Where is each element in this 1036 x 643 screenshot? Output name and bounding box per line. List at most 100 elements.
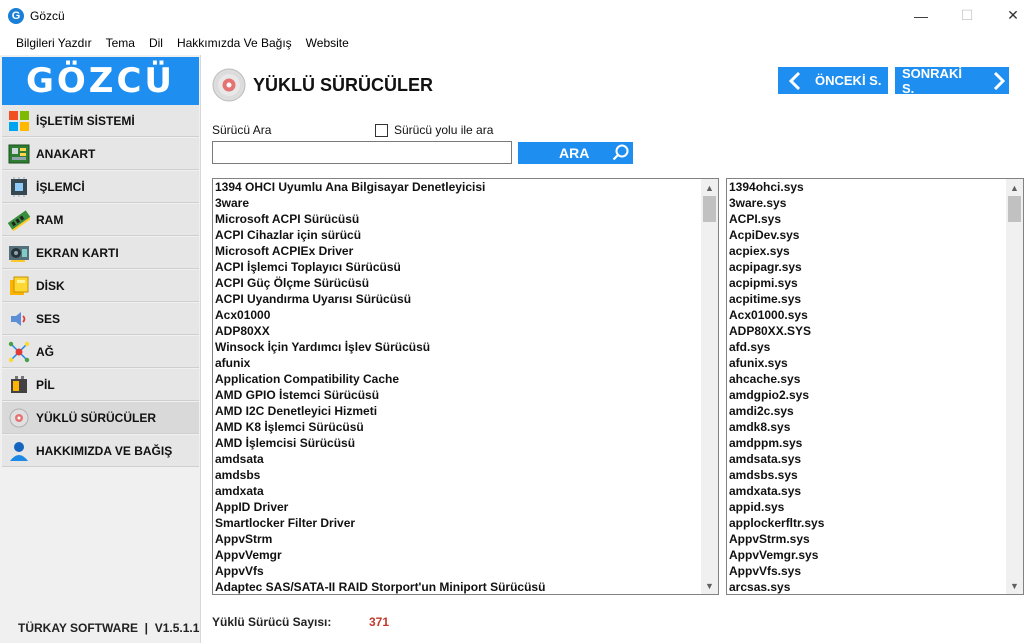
menu-bar: Bilgileri Yazdır Tema Dil Hakkımızda Ve … (0, 31, 1036, 55)
sidebar-item-network[interactable]: AĞ (2, 336, 199, 368)
list-item[interactable]: AppvStrm.sys (729, 531, 824, 547)
search-by-path-checkbox[interactable] (375, 124, 388, 137)
list-item[interactable]: 3ware.sys (729, 195, 824, 211)
page-title: YÜKLÜ SÜRÜCÜLER (253, 75, 433, 95)
scroll-up-arrow-icon[interactable]: ▲ (701, 179, 718, 196)
list-item[interactable]: Smartlocker Filter Driver (215, 515, 545, 531)
list-item[interactable]: AppvVemgr.sys (729, 547, 824, 563)
chevron-right-icon (989, 71, 1009, 91)
list-item[interactable]: afd.sys (729, 339, 824, 355)
list-item[interactable]: appid.sys (729, 499, 824, 515)
previous-page-button[interactable]: ÖNCEKİ S. (778, 67, 888, 94)
list-item[interactable]: AMD İşlemcisi Sürücüsü (215, 435, 545, 451)
list-item[interactable]: 1394 OHCI Uyumlu Ana Bilgisayar Denetley… (215, 179, 545, 195)
sidebar-item-disk[interactable]: DİSK (2, 270, 199, 302)
menu-print-info[interactable]: Bilgileri Yazdır (9, 36, 99, 50)
driver-files-rows: 1394ohci.sys 3ware.sys ACPI.sys AcpiDev.sys… (729, 179, 824, 594)
list-item[interactable]: Winsock İçin Yardımcı İşlev Sürücüsü (215, 339, 545, 355)
sidebar-item-label: İŞLETİM SİSTEMİ (36, 113, 135, 128)
list-item[interactable]: amdsbs (215, 467, 545, 483)
list-item[interactable]: afunix.sys (729, 355, 824, 371)
sidebar-item-ram[interactable]: RAM (2, 204, 199, 236)
files-scrollbar[interactable]: ▲ ▼ (1006, 179, 1023, 594)
sidebar-item-battery[interactable]: PİL (2, 369, 199, 401)
list-item[interactable]: acpitime.sys (729, 291, 824, 307)
menu-language[interactable]: Dil (142, 36, 170, 50)
list-item[interactable]: acpiex.sys (729, 243, 824, 259)
list-item[interactable]: acpipagr.sys (729, 259, 824, 275)
list-item[interactable]: afunix (215, 355, 545, 371)
sidebar-item-sound[interactable]: SES (2, 303, 199, 335)
sidebar-item-about-donate[interactable]: HAKKIMIZDA VE BAĞIŞ (2, 435, 199, 467)
list-item[interactable]: AMD GPIO İstemci Sürücüsü (215, 387, 545, 403)
driver-names-list[interactable]: 1394 OHCI Uyumlu Ana Bilgisayar Denetley… (212, 178, 719, 595)
list-item[interactable]: Application Compatibility Cache (215, 371, 545, 387)
list-item[interactable]: applockerfltr.sys (729, 515, 824, 531)
list-item[interactable]: ADP80XX.SYS (729, 323, 824, 339)
list-item[interactable]: ahcache.sys (729, 371, 824, 387)
list-item[interactable]: ACPI Cihazlar için sürücü (215, 227, 545, 243)
list-item[interactable]: 1394ohci.sys (729, 179, 824, 195)
close-button[interactable]: ✕ (990, 0, 1036, 31)
list-item[interactable]: arcsas.sys (729, 579, 824, 594)
list-item[interactable]: amdsbs.sys (729, 467, 824, 483)
list-item[interactable]: AppvVemgr (215, 547, 545, 563)
driver-count-label: Yüklü Sürücü Sayısı: (212, 615, 332, 629)
sidebar-item-cpu[interactable]: İŞLEMCİ (2, 171, 199, 203)
search-button[interactable]: ARA (518, 142, 633, 164)
list-item[interactable]: Acx01000 (215, 307, 545, 323)
driver-disc-icon (8, 407, 30, 429)
list-item[interactable]: amdgpio2.sys (729, 387, 824, 403)
next-page-button[interactable]: SONRAKİ S. (895, 66, 1009, 96)
scroll-down-arrow-icon[interactable]: ▼ (701, 577, 718, 594)
list-item[interactable]: AppID Driver (215, 499, 545, 515)
scrollbar-thumb[interactable] (1008, 196, 1021, 222)
search-by-path-label[interactable]: Sürücü yolu ile ara (394, 123, 493, 137)
sidebar-item-gpu[interactable]: EKRAN KARTI (2, 237, 199, 269)
chevron-left-icon (785, 71, 805, 91)
names-scrollbar[interactable]: ▲ ▼ (701, 179, 718, 594)
list-item[interactable]: AcpiDev.sys (729, 227, 824, 243)
menu-website[interactable]: Website (299, 36, 356, 50)
sidebar-item-installed-drivers[interactable]: YÜKLÜ SÜRÜCÜLER (2, 402, 199, 434)
list-item[interactable]: amdsata.sys (729, 451, 824, 467)
list-item[interactable]: Microsoft ACPIEx Driver (215, 243, 545, 259)
list-item[interactable]: AppvStrm (215, 531, 545, 547)
list-item[interactable]: Microsoft ACPI Sürücüsü (215, 211, 545, 227)
list-item[interactable]: amdi2c.sys (729, 403, 824, 419)
list-item[interactable]: acpipmi.sys (729, 275, 824, 291)
sidebar-item-motherboard[interactable]: ANAKART (2, 138, 199, 170)
list-item[interactable]: ACPI İşlemci Toplayıcı Sürücüsü (215, 259, 545, 275)
list-item[interactable]: amdxata (215, 483, 545, 499)
menu-theme[interactable]: Tema (99, 36, 142, 50)
list-item[interactable]: Acx01000.sys (729, 307, 824, 323)
list-item[interactable]: ADP80XX (215, 323, 545, 339)
gpu-icon (8, 242, 30, 264)
scroll-down-arrow-icon[interactable]: ▼ (1006, 577, 1023, 594)
sidebar-item-label: AĞ (36, 344, 54, 359)
scrollbar-thumb[interactable] (703, 196, 716, 222)
list-item[interactable]: Adaptec SAS/SATA-II RAID Storport'un Min… (215, 579, 545, 594)
menu-about-donate[interactable]: Hakkımızda Ve Bağış (170, 36, 299, 50)
list-item[interactable]: AMD I2C Denetleyici Hizmeti (215, 403, 545, 419)
list-item[interactable]: AMD K8 İşlemci Sürücüsü (215, 419, 545, 435)
window-controls: — ☐ ✕ (898, 0, 1036, 31)
sidebar-item-os[interactable]: İŞLETİM SİSTEMİ (2, 105, 199, 137)
list-item[interactable]: amdk8.sys (729, 419, 824, 435)
scroll-up-arrow-icon[interactable]: ▲ (1006, 179, 1023, 196)
list-item[interactable]: amdppm.sys (729, 435, 824, 451)
list-item[interactable]: amdsata (215, 451, 545, 467)
list-item[interactable]: 3ware (215, 195, 545, 211)
list-item[interactable]: AppvVfs (215, 563, 545, 579)
minimize-button[interactable]: — (898, 0, 944, 31)
list-item[interactable]: AppvVfs.sys (729, 563, 824, 579)
ram-icon (8, 209, 30, 231)
list-item[interactable]: amdxata.sys (729, 483, 824, 499)
list-item[interactable]: ACPI Güç Ölçme Sürücüsü (215, 275, 545, 291)
network-icon (8, 341, 30, 363)
driver-files-list[interactable]: 1394ohci.sys 3ware.sys ACPI.sys AcpiDev.sys… (726, 178, 1024, 595)
driver-search-input[interactable] (212, 141, 512, 164)
list-item[interactable]: ACPI.sys (729, 211, 824, 227)
list-item[interactable]: ACPI Uyandırma Uyarısı Sürücüsü (215, 291, 545, 307)
maximize-button[interactable]: ☐ (944, 0, 990, 31)
